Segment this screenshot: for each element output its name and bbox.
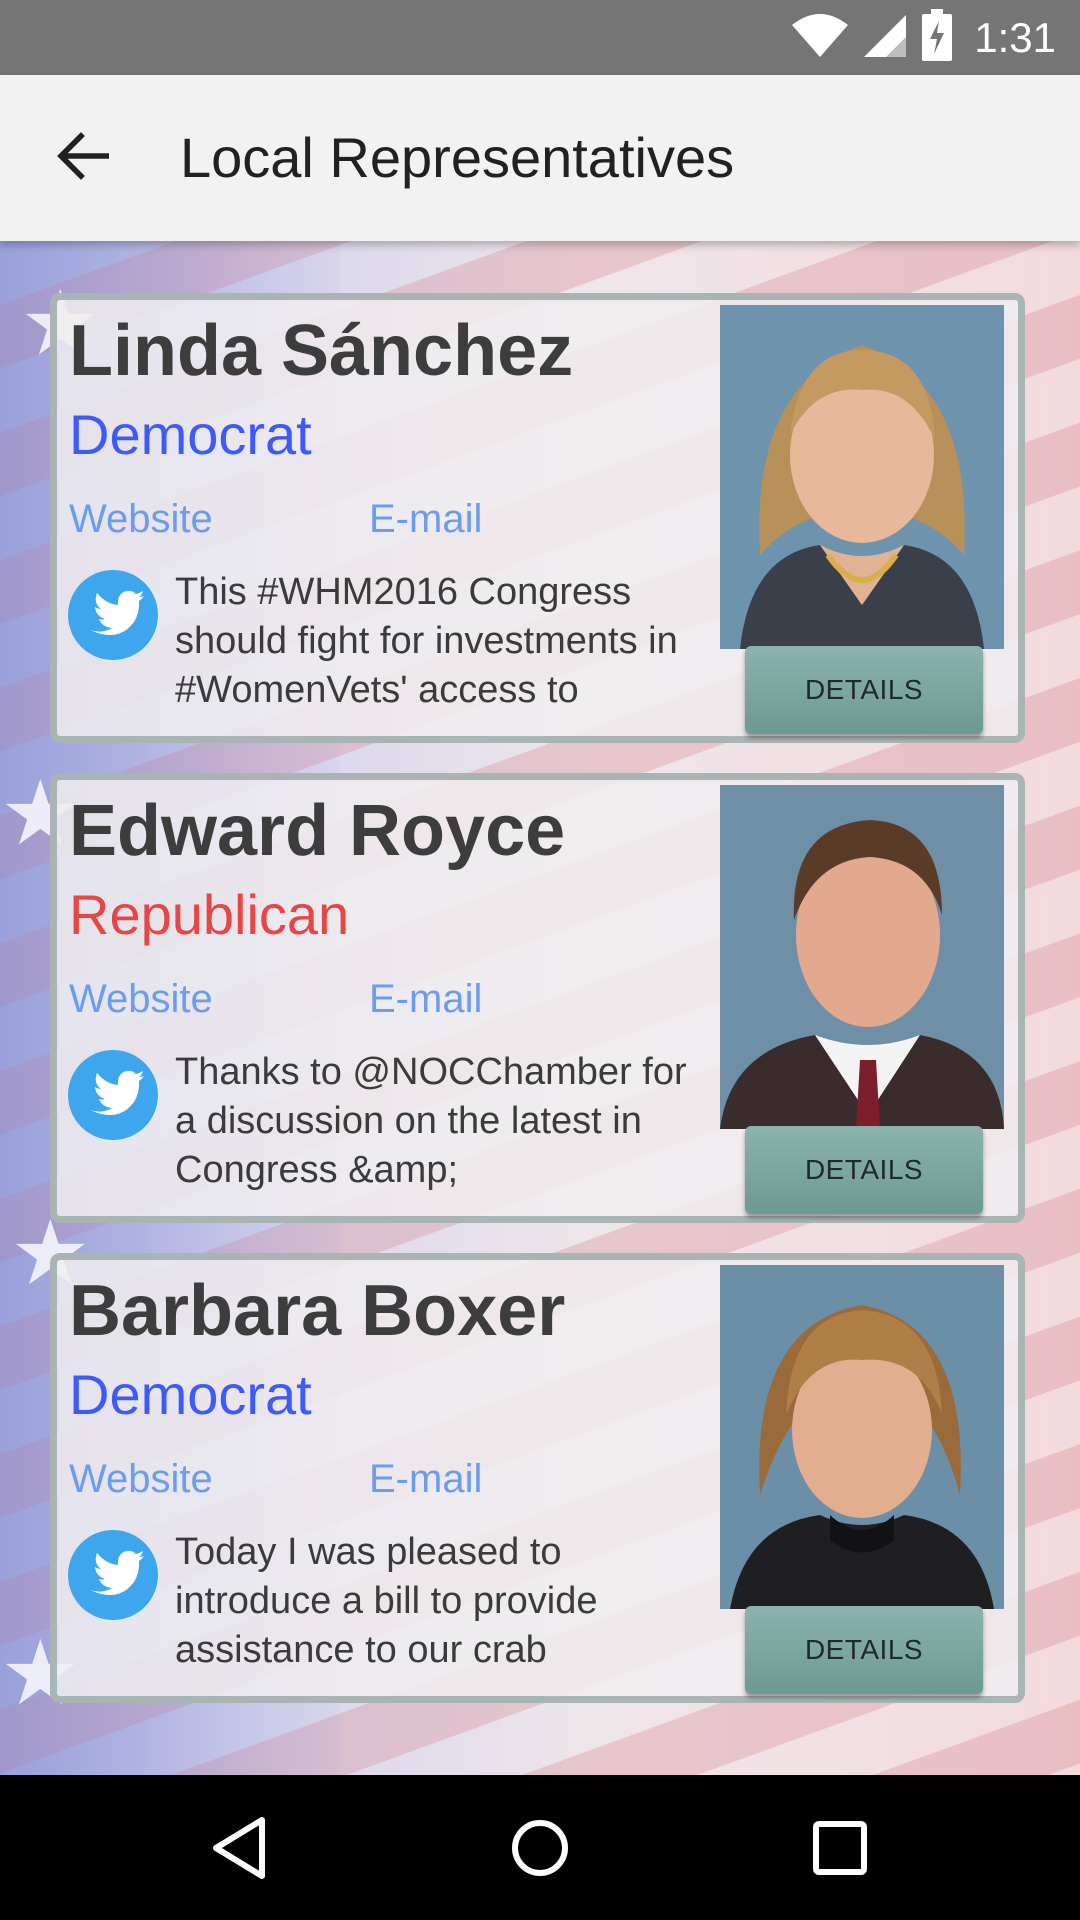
website-link[interactable]: Website [69,497,213,542]
nav-recents-button[interactable] [790,1800,890,1900]
representative-name: Linda Sánchez [69,311,574,391]
representative-card: Edward Royce Republican Website E-mail T… [50,773,1025,1223]
twitter-icon[interactable] [68,1530,158,1620]
back-triangle-icon [210,1816,270,1885]
twitter-icon[interactable] [68,1050,158,1140]
representative-card: Barbara Boxer Democrat Website E-mail To… [50,1253,1025,1703]
app-screen: 1:31 Local Representatives ★ ★ ★ ★ Linda… [0,0,1080,1920]
representative-card: Linda Sánchez Democrat Website E-mail Th… [50,293,1025,743]
representative-photo [720,305,1004,649]
party-label: Republican [69,883,350,946]
tweet-text: Thanks to @NOCChamber for a discussion o… [175,1051,687,1191]
page-title: Local Representatives [180,126,735,189]
back-button[interactable] [40,118,126,198]
status-bar: 1:31 [0,0,1080,75]
email-link[interactable]: E-mail [369,977,482,1022]
status-time: 1:31 [974,13,1056,61]
arrow-back-icon [57,131,110,185]
representative-photo [720,1265,1004,1609]
details-button[interactable]: DETAILS [745,1126,983,1214]
party-label: Democrat [69,1363,312,1426]
home-circle-icon [510,1818,570,1883]
tweet-text: This #WHM2016 Congress should fight for … [175,571,678,711]
email-link[interactable]: E-mail [369,1457,482,1502]
website-link[interactable]: Website [69,977,213,1022]
nav-home-button[interactable] [490,1800,590,1900]
details-button[interactable]: DETAILS [745,1606,983,1694]
wifi-icon [792,13,849,62]
email-link[interactable]: E-mail [369,497,482,542]
signal-icon [864,13,907,62]
navigation-bar [0,1775,1080,1920]
website-link[interactable]: Website [69,1457,213,1502]
representative-name: Edward Royce [69,791,566,871]
tweet-text: Today I was pleased to introduce a bill … [175,1531,598,1671]
battery-charging-icon [922,9,953,66]
app-bar: Local Representatives [0,75,1080,241]
representative-name: Barbara Boxer [69,1271,566,1351]
status-icons: 1:31 [792,0,1056,75]
recents-square-icon [812,1820,868,1881]
nav-back-button[interactable] [190,1800,290,1900]
representatives-list[interactable]: ★ ★ ★ ★ Linda Sánchez Democrat Website E… [0,241,1080,1775]
party-label: Democrat [69,403,312,466]
twitter-icon[interactable] [68,570,158,660]
details-button[interactable]: DETAILS [745,646,983,734]
representative-photo [720,785,1004,1129]
